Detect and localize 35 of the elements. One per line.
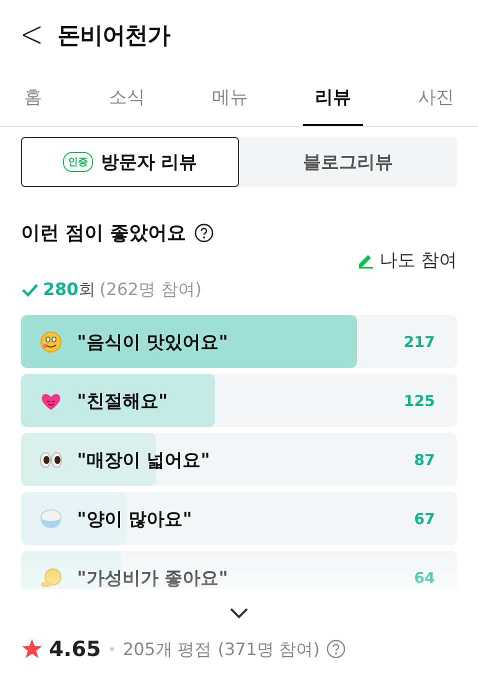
verified-badge: 인증 [62, 152, 93, 172]
participant-count: (371명 참여) [218, 638, 320, 660]
keyword-count: 217 [404, 332, 435, 350]
review-type-tab[interactable]: 블로그리뷰 [239, 137, 457, 187]
keyword-label: "매장이 넓어요" [77, 448, 212, 472]
page-title: 돈비어천가 [57, 22, 170, 50]
keyword-label: "양이 많아요" [77, 508, 194, 530]
join-link[interactable]: 나도 참여 [357, 248, 457, 272]
vote-count: 280 [43, 280, 78, 300]
smiley-icon [40, 330, 62, 352]
tab[interactable]: 메뉴 [200, 70, 260, 126]
back-button[interactable]: < [20, 16, 44, 54]
tab[interactable]: 사진 [406, 70, 466, 126]
tab[interactable]: 홈 [12, 70, 54, 126]
rating-score: 4.65 [49, 637, 101, 661]
keyword-label: "친절해요" [77, 390, 169, 412]
keyword-count: 64 [414, 568, 435, 586]
section-title: 이런 점이 좋았어요 [21, 221, 186, 246]
rice-bowl-icon [40, 508, 62, 530]
review-type-tab[interactable]: 인증 방문자 리뷰 [21, 137, 239, 187]
keyword-count: 87 [414, 450, 435, 468]
coin-icon [40, 566, 62, 588]
check-icon [21, 282, 39, 296]
keyword-label: "가성비가 좋아요" [77, 566, 230, 589]
keyword-count: 67 [414, 510, 435, 528]
star-icon [21, 638, 43, 660]
keyword-count: 125 [404, 392, 435, 410]
keyword-label: "음식이 맛있어요" [77, 330, 230, 354]
chevron-down-icon[interactable] [229, 607, 249, 619]
count-unit: 회 [78, 280, 96, 300]
participant-count: (262명 참여) [100, 279, 202, 301]
help-icon[interactable] [194, 223, 214, 243]
review-count: 205개 평점 [122, 638, 212, 660]
tab[interactable]: 소식 [97, 70, 157, 126]
tab[interactable]: 리뷰 [303, 70, 363, 126]
